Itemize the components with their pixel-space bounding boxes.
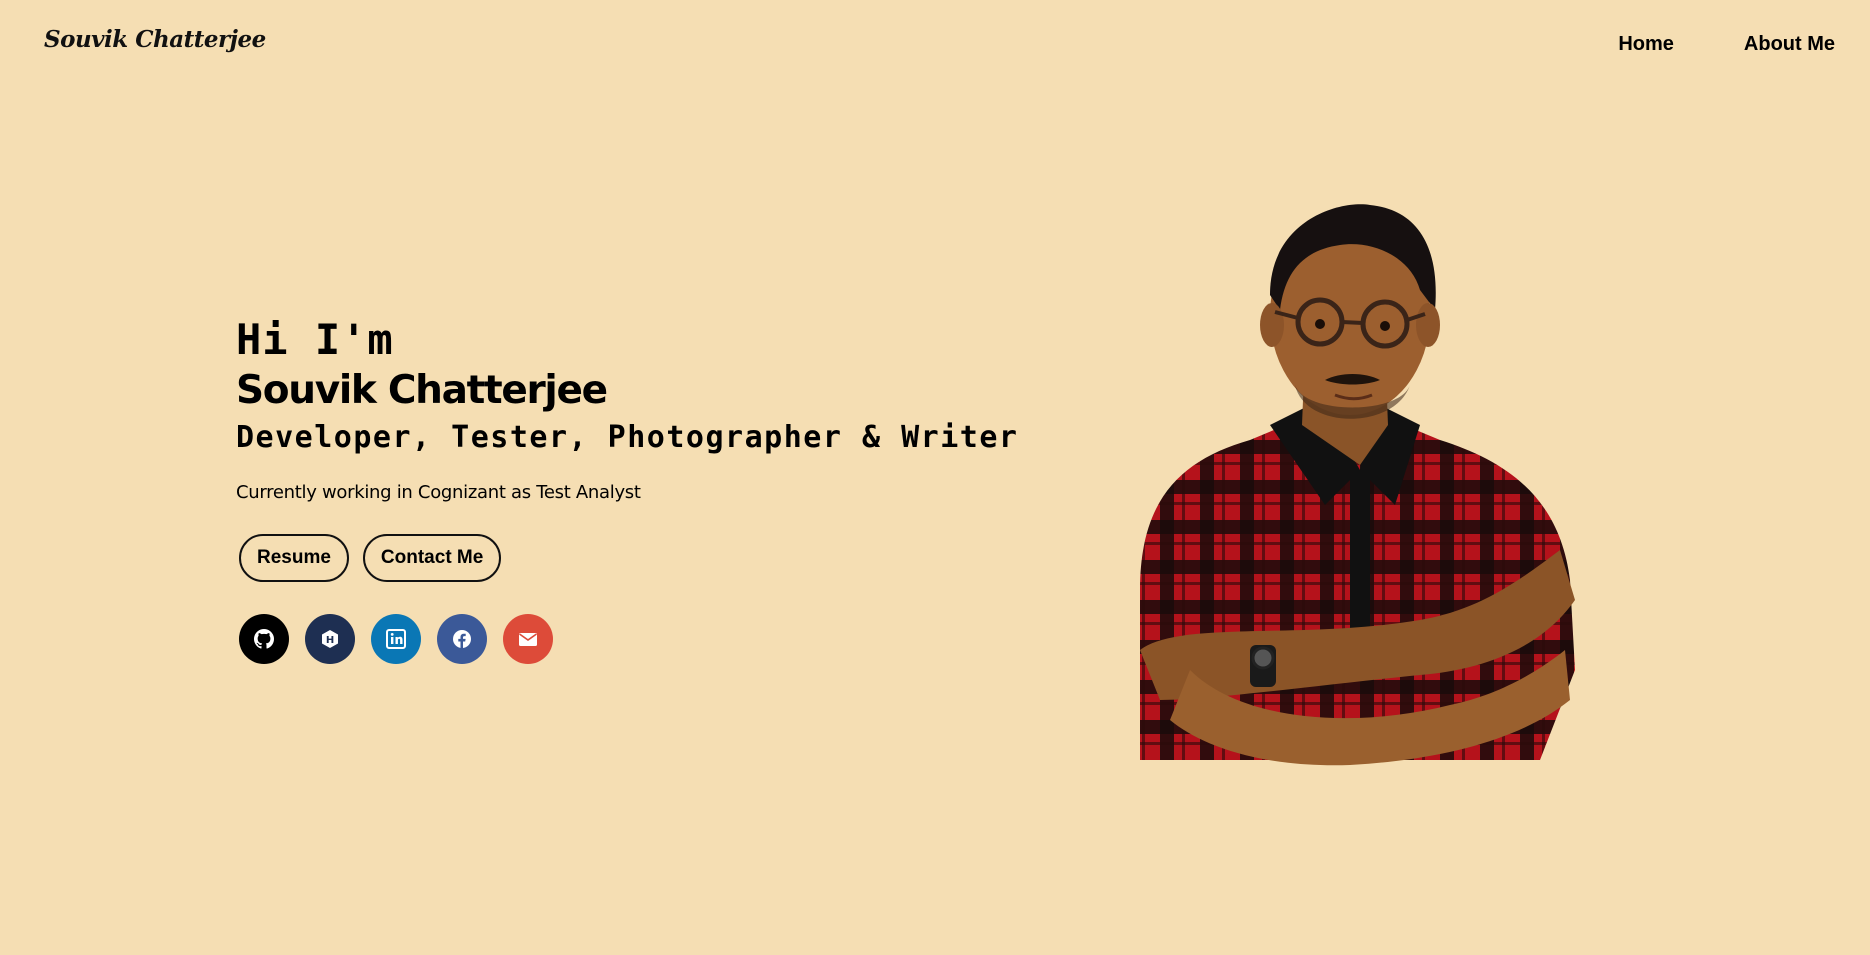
social-links: H <box>239 614 1018 664</box>
facebook-icon <box>453 630 471 648</box>
main-nav: Home About Me <box>1618 33 1835 56</box>
hero-name: Souvik Chatterjee <box>236 368 608 413</box>
hashnode-icon: H <box>322 630 338 648</box>
github-link[interactable] <box>239 614 289 664</box>
site-logo[interactable]: Souvik Chatterjee <box>44 26 266 53</box>
nav-about-link[interactable]: About Me <box>1744 33 1835 56</box>
linkedin-icon <box>386 629 406 649</box>
svg-text:H: H <box>326 635 334 646</box>
hero-current-role: Currently working in Cognizant as Test A… <box>236 482 641 503</box>
hero-buttons: Resume Contact Me <box>239 534 1018 582</box>
linkedin-link[interactable] <box>371 614 421 664</box>
email-link[interactable] <box>503 614 553 664</box>
hero-greeting: Hi I'm <box>236 315 394 364</box>
hero-section: Hi I'm Souvik Chatterjee Developer, Test… <box>236 316 1018 664</box>
github-icon <box>254 629 274 649</box>
resume-button[interactable]: Resume <box>239 534 349 582</box>
facebook-link[interactable] <box>437 614 487 664</box>
page: Souvik Chatterjee Home About Me Hi I'm S… <box>0 0 1870 955</box>
hero-roles: Developer, Tester, Photographer & Writer <box>236 420 1019 455</box>
profile-photo <box>1140 204 1575 766</box>
nav-home-link[interactable]: Home <box>1618 33 1674 56</box>
hashnode-link[interactable]: H <box>305 614 355 664</box>
contact-me-button[interactable]: Contact Me <box>362 534 502 582</box>
email-icon <box>519 633 537 646</box>
